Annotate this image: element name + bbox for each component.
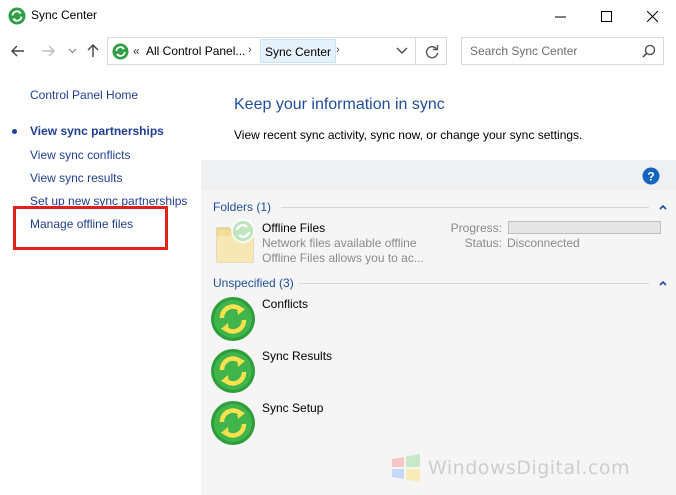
refresh-icon[interactable] (422, 42, 442, 62)
breadcrumb-overflow[interactable]: « (133, 44, 140, 58)
item-description: Network files available offline (262, 236, 417, 250)
maximize-icon (600, 10, 612, 22)
sidebar: Control Panel Home View sync partnership… (0, 78, 200, 495)
back-button[interactable] (9, 42, 27, 60)
recent-locations-button[interactable] (63, 42, 81, 60)
breadcrumb-chevron-icon[interactable]: › (248, 44, 252, 56)
divider (415, 38, 416, 64)
sync-icon (211, 349, 255, 393)
chevron-down-icon (68, 48, 76, 54)
sync-icon (211, 297, 255, 341)
item-description: Offline Files allows you to ac... (262, 251, 424, 265)
sync-icon (211, 401, 255, 445)
active-bullet-icon (12, 129, 17, 134)
search-placeholder: Search Sync Center (470, 44, 578, 58)
watermark: WindowsDigital.com (388, 447, 676, 487)
offline-files-folder-icon (216, 219, 255, 263)
close-icon (646, 10, 658, 22)
page-title: Keep your information in sync (234, 96, 445, 113)
svg-text:?: ? (647, 169, 654, 183)
arrow-up-icon (87, 44, 99, 57)
maximize-button[interactable] (583, 0, 629, 32)
help-icon[interactable]: ? (642, 167, 660, 185)
group-divider (299, 283, 649, 284)
sync-items-list: ? Folders (1) Offline Files Network file… (201, 160, 676, 495)
page-subtitle: View recent sync activity, sync now, or … (234, 128, 583, 142)
item-title: Conflicts (262, 297, 309, 311)
command-bar: ? (201, 160, 676, 190)
main-header: Keep your information in sync View recen… (201, 78, 676, 160)
sidebar-item-view-sync-partnerships[interactable]: View sync partnerships (30, 124, 164, 138)
minimize-icon (554, 16, 566, 17)
breadcrumb-sync-center[interactable]: Sync Center (260, 39, 337, 63)
watermark-text: WindowsDigital.com (428, 457, 631, 479)
breadcrumb-chevron-icon[interactable]: › (336, 44, 340, 56)
progress-bar (508, 221, 661, 234)
close-button[interactable] (629, 0, 675, 32)
chevron-up-icon[interactable] (658, 203, 668, 211)
window-title: Sync Center (31, 8, 98, 22)
group-header-unspecified[interactable]: Unspecified (3) (213, 276, 294, 290)
minimize-button[interactable] (537, 0, 583, 32)
up-button[interactable] (84, 42, 102, 60)
item-title: Sync Results (262, 349, 333, 363)
breadcrumb-all-control-panel[interactable]: All Control Panel... (146, 44, 245, 58)
chevron-up-icon[interactable] (658, 279, 668, 287)
status-value: Disconnected (507, 236, 580, 250)
progress-label: Progress: (450, 221, 502, 235)
status-label: Status: (464, 236, 502, 250)
search-input[interactable]: Search Sync Center (461, 37, 664, 65)
sidebar-item-view-sync-results[interactable]: View sync results (30, 171, 122, 185)
forward-button[interactable] (39, 42, 57, 60)
chevron-down-icon[interactable] (393, 44, 411, 58)
sidebar-item-control-panel-home[interactable]: Control Panel Home (30, 88, 138, 102)
title-bar: Sync Center (0, 0, 676, 32)
group-header-folders[interactable]: Folders (1) (213, 200, 271, 214)
arrow-right-icon (42, 45, 55, 57)
sync-center-icon (8, 7, 26, 25)
sidebar-item-view-sync-conflicts[interactable]: View sync conflicts (30, 148, 130, 162)
search-icon[interactable] (642, 44, 656, 58)
highlight-box (13, 206, 168, 250)
arrow-left-icon (11, 45, 24, 57)
item-title: Sync Setup (262, 401, 324, 415)
group-divider (281, 207, 649, 208)
address-bar[interactable]: « All Control Panel... › Sync Center › (107, 37, 447, 65)
item-title: Offline Files (262, 221, 326, 235)
sync-center-icon (112, 43, 129, 60)
windows-logo-icon (392, 454, 420, 482)
